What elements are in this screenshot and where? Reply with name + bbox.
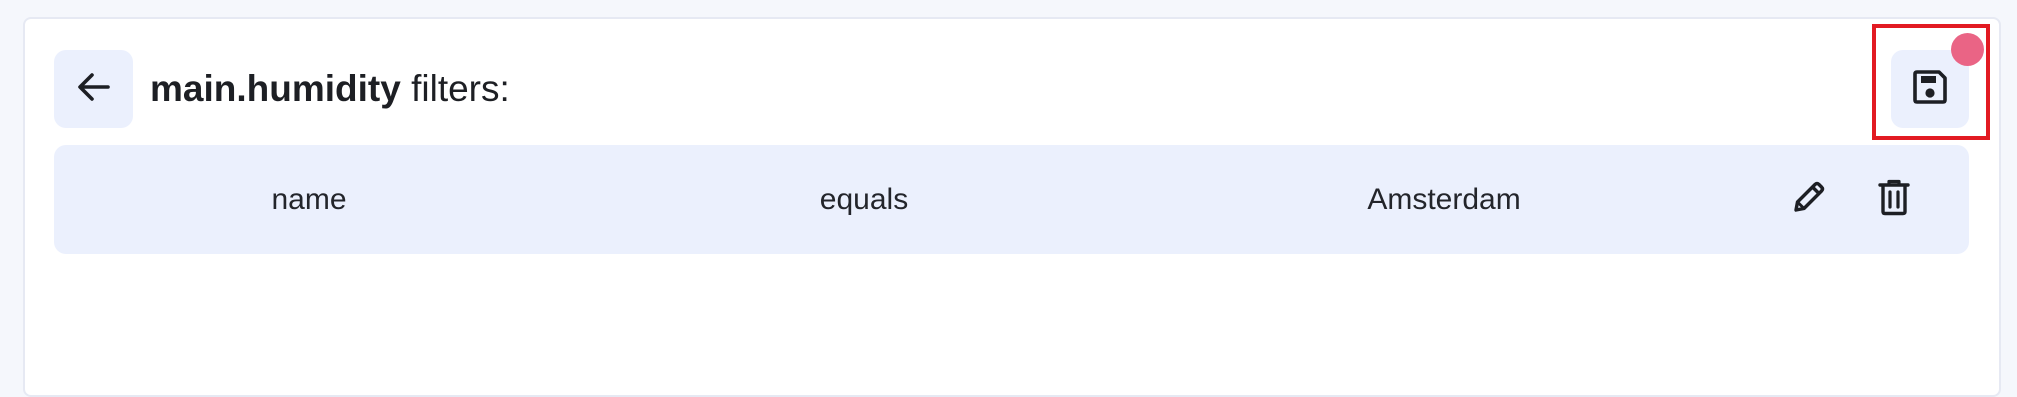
filter-row: name equals Amsterdam — [54, 145, 1969, 254]
title-suffix: filters: — [400, 68, 510, 109]
field-name: main.humidity — [150, 68, 401, 109]
arrow-left-icon — [77, 71, 111, 108]
unsaved-indicator — [1951, 33, 1984, 66]
delete-filter-button[interactable] — [1870, 175, 1918, 223]
filter-value: Amsterdam — [1367, 183, 1521, 216]
filter-operator: equals — [819, 183, 909, 216]
page-title: main.humidity filters: — [150, 62, 510, 116]
back-button[interactable] — [54, 50, 133, 128]
pencil-icon — [1789, 177, 1829, 222]
filter-field: name — [271, 183, 347, 216]
floppy-disk-icon — [1911, 68, 1949, 111]
edit-filter-button[interactable] — [1785, 175, 1833, 223]
trash-icon — [1876, 177, 1912, 222]
